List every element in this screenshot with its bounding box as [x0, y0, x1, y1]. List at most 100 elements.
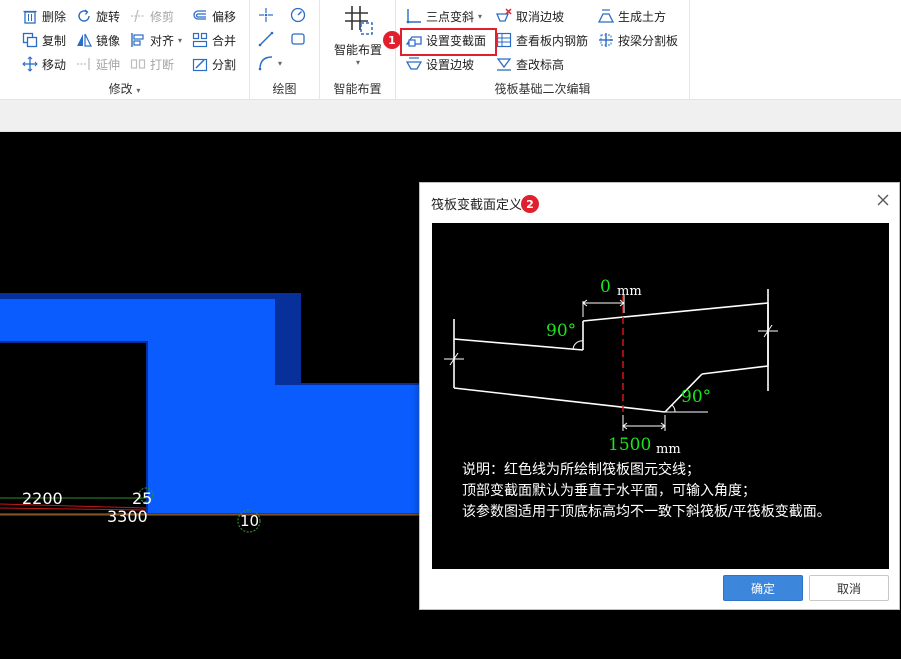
offset-label: 偏移: [212, 9, 237, 24]
offset-icon: [192, 8, 208, 24]
extend-label: 延伸: [96, 57, 121, 72]
extend-icon: [76, 56, 92, 72]
copy-icon: [22, 32, 38, 48]
mirror-icon: [76, 32, 92, 48]
variable-section-dialog: 筏板变截面定义 90° 90° 0 mm 1500 mm 说明：红色线为所绘制筏…: [419, 182, 900, 610]
trash-icon: [22, 8, 38, 24]
offset-button[interactable]: 偏移: [192, 5, 236, 27]
tab-strip: [0, 100, 901, 132]
merge-label: 合并: [212, 33, 237, 48]
align-dropdown-icon[interactable]: ▾: [178, 36, 182, 45]
line-icon: [258, 31, 274, 47]
edge-slope-icon: [406, 56, 422, 72]
arc-dropdown-icon[interactable]: ▾: [278, 59, 282, 68]
smart-layout-label: 智能布置: [333, 43, 382, 57]
elevation-icon: [496, 56, 512, 72]
move-button[interactable]: 移动: [22, 53, 66, 75]
check-elevation-button[interactable]: 查改标高: [496, 53, 564, 75]
dialog-title: 筏板变截面定义: [431, 198, 523, 213]
three-point-slope-button[interactable]: 三点变斜 ▾: [406, 5, 482, 27]
trim-label: 修剪: [150, 9, 175, 24]
highlight-frame: [400, 28, 497, 56]
break-icon: [130, 56, 146, 72]
group-smart-label: 智能布置: [333, 82, 382, 96]
cancel-edge-slope-button[interactable]: 取消边坡: [496, 5, 564, 27]
circle-icon: [290, 7, 306, 23]
offset-unit: mm: [617, 284, 642, 299]
split-by-beam-label: 按梁分割板: [618, 33, 679, 48]
align-label: 对齐: [150, 33, 175, 48]
mirror-button[interactable]: 镜像: [76, 29, 120, 51]
slope-icon: [406, 8, 422, 24]
point-icon: [258, 7, 274, 23]
axis-number: 10: [240, 512, 260, 530]
merge-button[interactable]: 合并: [192, 29, 236, 51]
break-button[interactable]: 打断: [130, 53, 174, 75]
top-angle-label: 90°: [546, 321, 577, 341]
cancel-slope-icon: [496, 8, 512, 24]
generate-earthwork-label: 生成土方: [618, 9, 667, 24]
arc-icon: [258, 55, 274, 71]
draw-arc-button[interactable]: ▾: [258, 52, 282, 74]
copy-label: 复制: [42, 33, 67, 48]
copy-button[interactable]: 复制: [22, 29, 66, 51]
ok-button[interactable]: 确定: [723, 575, 803, 601]
delete-button[interactable]: 删除: [22, 5, 66, 27]
check-elevation-label: 查改标高: [516, 57, 565, 72]
merge-icon: [192, 32, 208, 48]
split-label: 分割: [212, 57, 237, 72]
set-edge-slope-button[interactable]: 设置边坡: [406, 53, 474, 75]
section-diagram: 90° 90° 0 mm 1500 mm 说明：红色线为所绘制筏板图元交线； 顶…: [432, 223, 889, 569]
draw-line-button[interactable]: [258, 28, 274, 50]
split-by-beam-button[interactable]: 按梁分割板: [598, 29, 678, 51]
earthwork-icon: [598, 8, 614, 24]
chevron-down-icon: ▾: [136, 86, 141, 95]
step-2-badge: 2: [521, 195, 539, 213]
cancel-button[interactable]: 取消: [809, 575, 889, 601]
offset-value: 0: [600, 277, 611, 297]
bottom-angle-label: 90°: [681, 387, 712, 407]
dimension-text: 2200: [22, 489, 63, 508]
three-point-slope-label: 三点变斜: [426, 9, 475, 24]
cancel-edge-slope-label: 取消边坡: [516, 9, 565, 24]
chevron-down-icon: ▾: [355, 58, 360, 67]
rectangle-icon: [290, 31, 306, 47]
group-modify-label[interactable]: 修改 ▾: [0, 80, 249, 97]
note-line-1: 说明：红色线为所绘制筏板图元交线；: [462, 462, 700, 478]
rotate-button[interactable]: 旋转: [76, 5, 120, 27]
raft-slab-fill: [0, 299, 420, 513]
smart-layout-button[interactable]: 智能布置 ▾: [328, 3, 388, 73]
mirror-label: 镜像: [96, 33, 121, 48]
view-rebar-label: 查看板内钢筋: [516, 33, 589, 48]
width-unit: mm: [656, 442, 681, 457]
smart-layout-icon: [342, 3, 374, 37]
extend-button[interactable]: 延伸: [76, 53, 120, 75]
draw-circle-button[interactable]: [290, 4, 306, 26]
draw-rect-button[interactable]: [290, 28, 306, 50]
chevron-down-icon[interactable]: ▾: [478, 12, 482, 21]
view-rebar-button[interactable]: 查看板内钢筋: [496, 29, 588, 51]
move-label: 移动: [42, 57, 67, 72]
trim-button[interactable]: 修剪: [130, 5, 174, 27]
group-draw: ▾ 绘图: [250, 0, 320, 100]
step-1-badge: 1: [383, 31, 401, 49]
rotate-icon: [76, 8, 92, 24]
group-draw-label: 绘图: [272, 82, 297, 96]
rotate-label: 旋转: [96, 9, 121, 24]
modify-label: 修改: [108, 82, 133, 96]
note-line-2: 顶部变截面默认为垂直于水平面，可输入角度；: [462, 483, 756, 499]
align-icon: [130, 32, 146, 48]
dimension-text: 3300: [107, 507, 148, 526]
trim-icon: [130, 8, 146, 24]
width-value: 1500: [608, 435, 652, 455]
dimension-text: 25: [132, 489, 153, 508]
move-icon: [22, 56, 38, 72]
split-button[interactable]: 分割: [192, 53, 236, 75]
draw-point-button[interactable]: [258, 4, 274, 26]
split-icon: [192, 56, 208, 72]
generate-earthwork-button[interactable]: 生成土方: [598, 5, 666, 27]
align-button[interactable]: 对齐 ▾: [130, 29, 182, 51]
note-line-3: 该参数图适用于顶底标高均不一致下斜筏板/平筏板变截面。: [462, 504, 831, 520]
group-modify: 删除 复制 移动 旋转 镜像 延伸 修剪 对齐 ▾ 打断 偏移 合并 分割 修改…: [0, 0, 250, 100]
close-icon[interactable]: [875, 192, 891, 208]
